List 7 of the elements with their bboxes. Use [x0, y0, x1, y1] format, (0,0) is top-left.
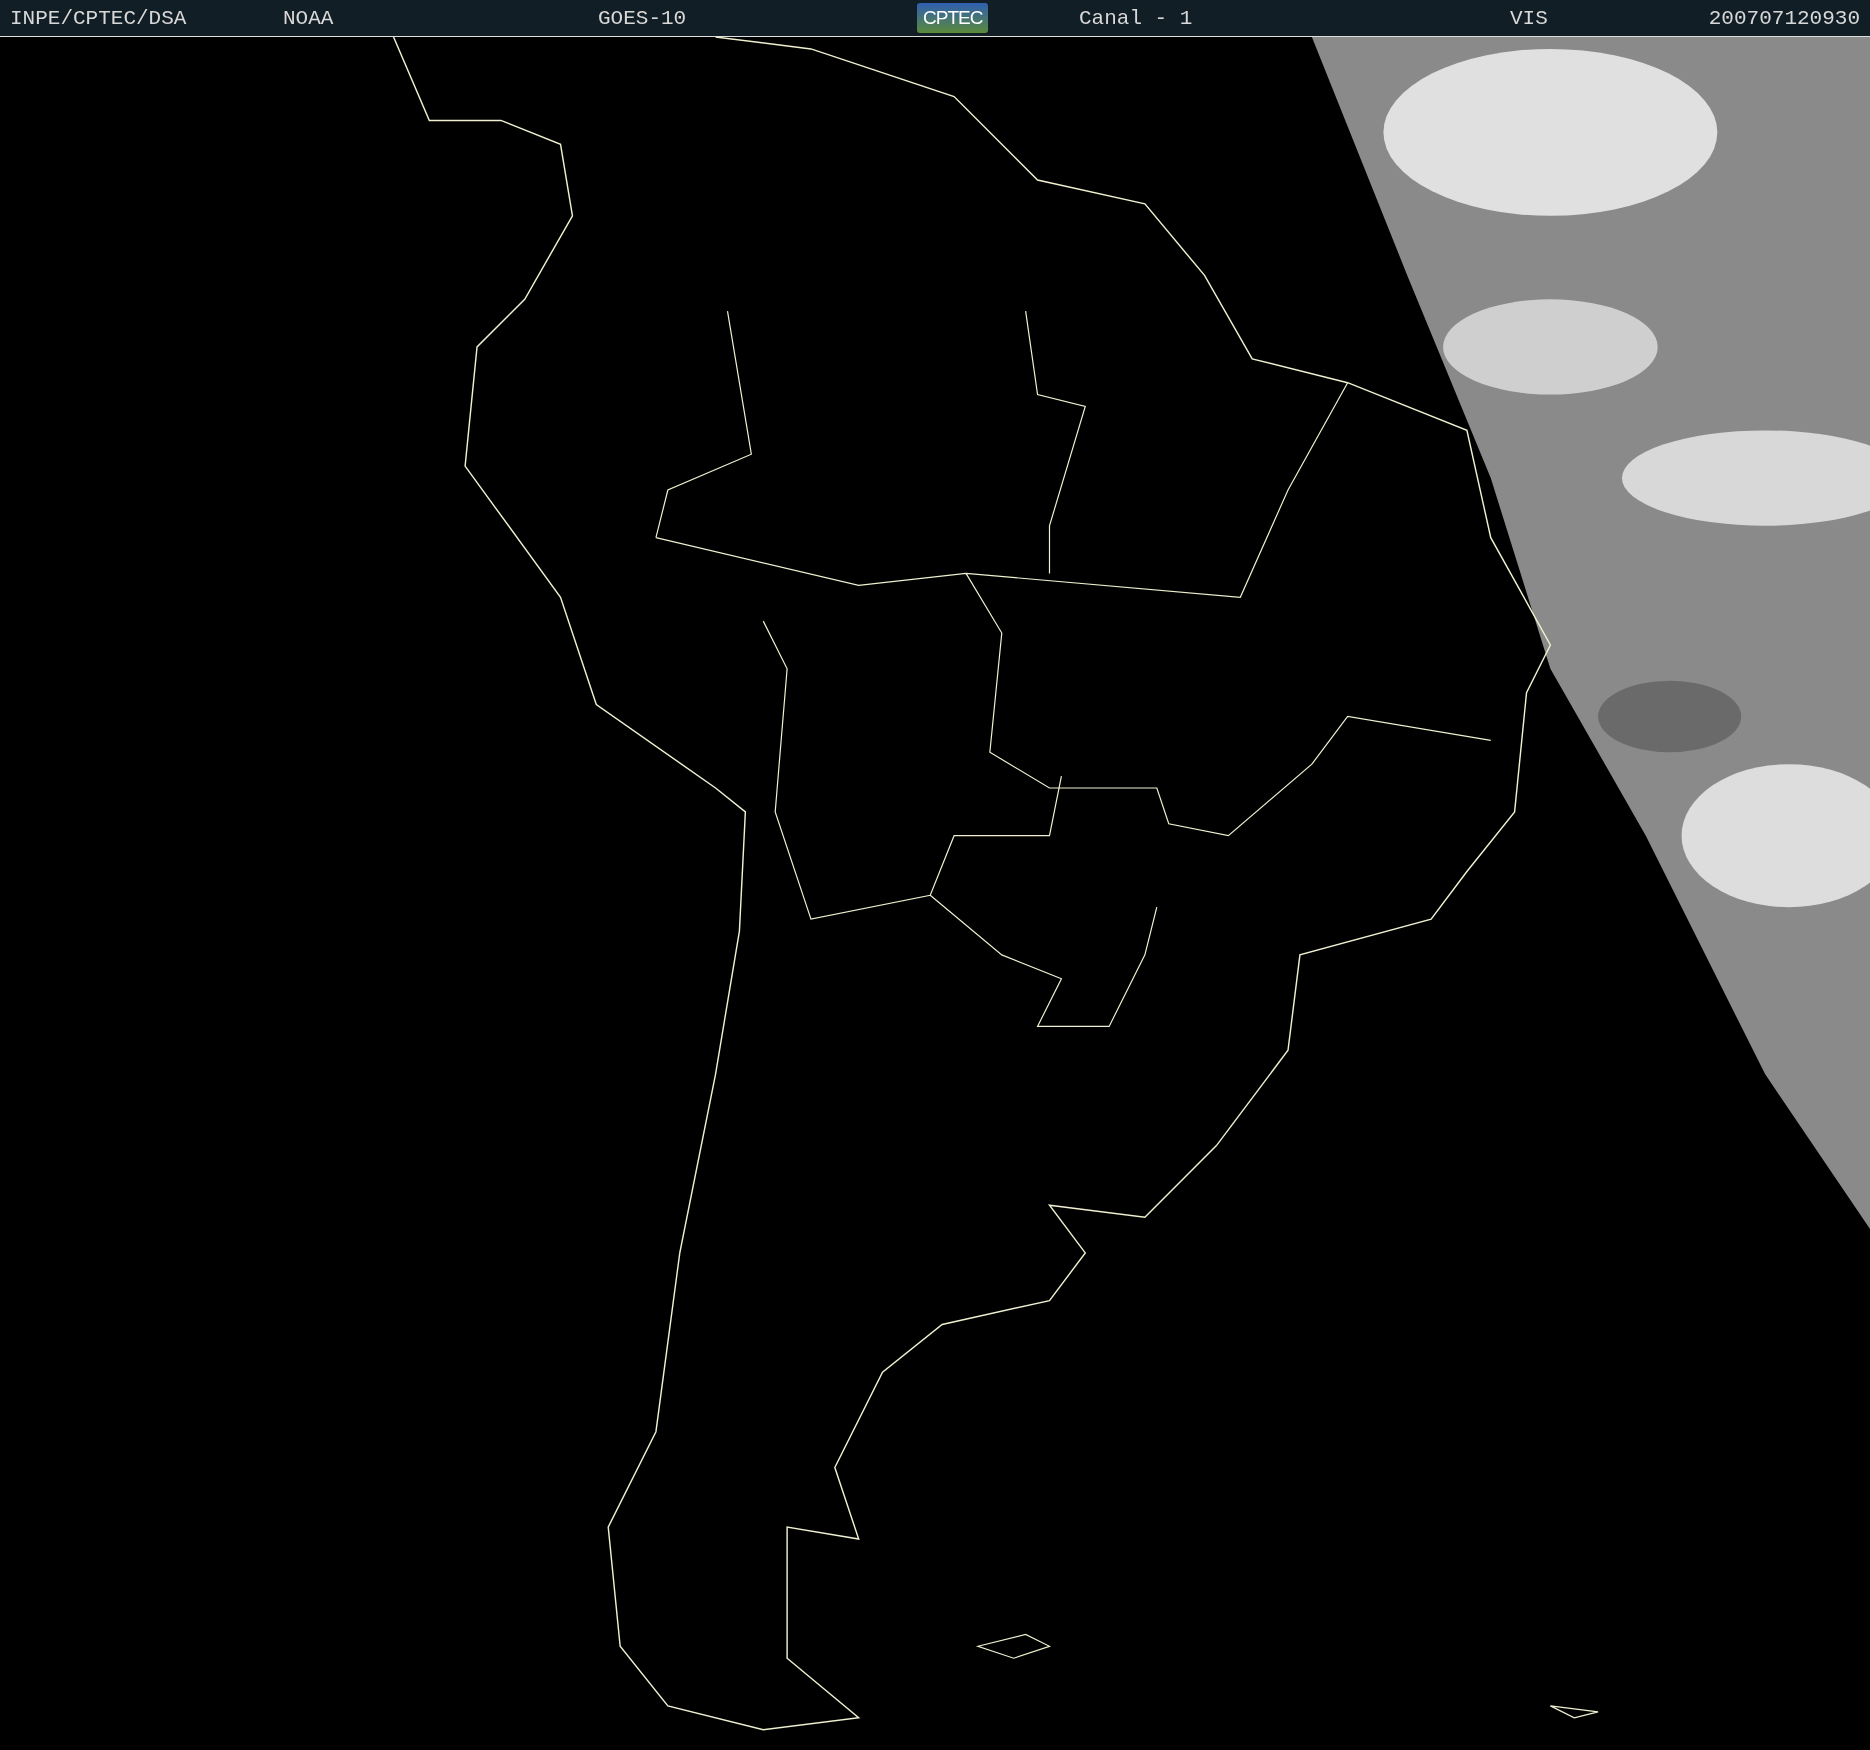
header-label: Canal - 1	[1079, 6, 1193, 30]
header-label: INPE/CPTEC/DSA	[10, 6, 187, 30]
header-label: NOAA	[283, 6, 334, 30]
header-label: 200707120930	[1708, 6, 1860, 30]
header-label: GOES-10	[598, 6, 687, 30]
header-label: VIS	[1510, 6, 1548, 30]
logo: CPTEC	[917, 3, 989, 33]
